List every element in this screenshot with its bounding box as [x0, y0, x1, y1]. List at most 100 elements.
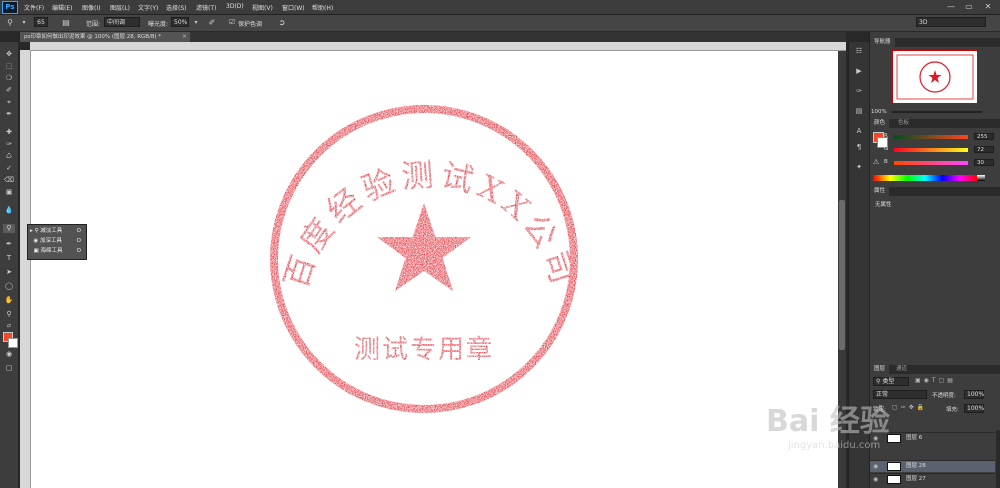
menu-help[interactable]: 帮助(H): [312, 3, 333, 12]
adjust-panel-icon[interactable]: ▤: [853, 106, 865, 116]
exposure-dropdown-icon[interactable]: ▾: [190, 17, 202, 28]
background-color-swatch[interactable]: [8, 338, 18, 348]
exposure-input[interactable]: 50%: [171, 17, 189, 27]
paragraph-panel-icon[interactable]: ¶: [853, 142, 865, 152]
quick-mask-icon[interactable]: ◉: [3, 350, 15, 359]
workspace-select[interactable]: 3D: [916, 17, 986, 27]
properties-tab[interactable]: 属性: [870, 187, 890, 196]
range-select[interactable]: 中间调: [104, 17, 140, 27]
color-panel-header: 颜色 色板: [870, 119, 1000, 128]
close-tab-icon[interactable]: ×: [182, 32, 187, 42]
scrollbar-thumb[interactable]: [839, 200, 845, 350]
menu-filter[interactable]: 滤镜(T): [196, 3, 216, 12]
channels-tab[interactable]: 通道: [892, 365, 912, 374]
screen-mode-icon[interactable]: ▢: [3, 364, 15, 373]
blue-slider[interactable]: B 30: [884, 159, 998, 167]
layer-row[interactable]: ◉ 图层 28: [870, 460, 995, 472]
eraser-tool-icon[interactable]: ⌫: [3, 176, 15, 185]
vertical-ruler: [20, 50, 31, 488]
blue-track[interactable]: [894, 161, 968, 165]
navigator-zoom-slider[interactable]: [892, 111, 982, 113]
minimize-button[interactable]: —: [944, 1, 958, 12]
pen-tool-icon[interactable]: ✒: [3, 240, 15, 249]
red-track[interactable]: [894, 135, 968, 139]
path-select-tool-icon[interactable]: ➤: [3, 268, 15, 277]
document-canvas[interactable]: 百度经验测试XX公司 测试专用章: [31, 51, 838, 488]
burn-icon: ◉: [30, 238, 41, 244]
flyout-burn-tool[interactable]: ◉ 加深工具 O: [30, 236, 84, 246]
swap-colors-icon[interactable]: ⇄: [3, 322, 15, 331]
protect-tones-checkbox[interactable]: ☑: [226, 17, 238, 28]
marquee-tool-icon[interactable]: ⬚: [3, 62, 15, 71]
brush-panel-icon[interactable]: ✑: [853, 86, 865, 96]
tool-presets-icon[interactable]: ✦: [853, 162, 865, 172]
clone-stamp-tool-icon[interactable]: ♺: [3, 152, 15, 161]
layers-tab[interactable]: 图层: [870, 365, 890, 374]
layers-scrollbar[interactable]: [996, 430, 1000, 488]
eyedropper-tool-icon[interactable]: ✒: [3, 110, 15, 119]
out-of-gamut-icon[interactable]: ⚠: [873, 158, 879, 166]
layer-row[interactable]: ◉ 图层 27: [870, 473, 995, 485]
menu-image[interactable]: 图像(I): [82, 3, 100, 12]
lasso-tool-icon[interactable]: ❍: [3, 74, 15, 83]
lock-icons[interactable]: ▢✑✥🔒: [892, 404, 927, 411]
fill-input[interactable]: 100%: [964, 404, 984, 413]
protect-tones-label: 保护色调: [238, 21, 263, 28]
visibility-eye-icon[interactable]: ◉: [873, 461, 881, 472]
layer-filter-select[interactable]: ⚲ 类型: [873, 377, 909, 386]
navigator-zoom[interactable]: 100%: [871, 109, 887, 115]
green-slider[interactable]: G 72: [884, 146, 998, 154]
menu-edit[interactable]: 编辑(E): [52, 3, 72, 12]
document-tab[interactable]: ps印章如何做出印泥效果 @ 100% (图层 28, RGB/8) * ×: [20, 32, 190, 42]
flyout-sponge-tool[interactable]: ▣ 海绵工具 O: [30, 246, 84, 256]
move-tool-icon[interactable]: ✥: [3, 50, 15, 59]
type-tool-icon[interactable]: T: [3, 254, 15, 263]
properties-panel-header: 属性: [870, 187, 1000, 196]
layer-filter-icons[interactable]: ▣◉T▢▤: [915, 377, 956, 384]
gradient-tool-icon[interactable]: ▣: [3, 188, 15, 197]
stamp-seal: 百度经验测试XX公司 测试专用章: [270, 105, 578, 413]
quick-select-tool-icon[interactable]: ✐: [3, 86, 15, 95]
navigator-panel-header: 导航器: [870, 38, 1000, 47]
options-bar: ⚲ ▾ 65 ▤ 范围: 中间调 曝光度: 50% ▾ ✐ ☑ 保护色调 ➲ 3…: [0, 15, 1000, 32]
menu-view[interactable]: 视图(V): [252, 3, 273, 12]
pressure-size-icon[interactable]: ➲: [276, 17, 288, 28]
menu-window[interactable]: 窗口(W): [282, 3, 305, 12]
close-window-button[interactable]: ✕: [981, 1, 995, 12]
flyout-dodge-tool[interactable]: ▸ ⚲ 减淡工具 O: [30, 226, 84, 236]
hand-tool-icon[interactable]: ✋: [3, 296, 15, 305]
swatches-tab[interactable]: 色板: [894, 119, 914, 128]
menu-select[interactable]: 选择(S): [166, 3, 187, 12]
airbrush-icon[interactable]: ✐: [206, 17, 218, 28]
history-panel-icon[interactable]: ☷: [853, 46, 865, 56]
menu-3d[interactable]: 3D(D): [226, 3, 244, 10]
navigator-preview[interactable]: [892, 50, 978, 104]
dropdown-arrow-icon[interactable]: ▾: [18, 17, 30, 28]
dodge-tool-preset-icon[interactable]: ⚲: [4, 17, 16, 28]
color-tab[interactable]: 颜色: [870, 119, 890, 128]
menu-layer[interactable]: 图层(L): [110, 3, 130, 12]
actions-panel-icon[interactable]: ▶: [853, 66, 865, 76]
color-spectrum-bar[interactable]: [873, 175, 977, 181]
shape-tool-icon[interactable]: ◯: [3, 282, 15, 291]
blur-tool-icon[interactable]: 💧: [3, 206, 15, 215]
crop-tool-icon[interactable]: ⌖: [3, 98, 15, 107]
dodge-tool-icon[interactable]: ⚲: [3, 224, 15, 233]
history-brush-tool-icon[interactable]: ✓: [3, 164, 15, 173]
visibility-eye-icon[interactable]: ◉: [873, 474, 881, 485]
brush-panel-icon[interactable]: ▤: [60, 17, 72, 28]
green-track[interactable]: [894, 148, 968, 152]
photoshop-logo: Ps: [2, 1, 18, 14]
brush-tool-icon[interactable]: ✑: [3, 140, 15, 149]
menu-file[interactable]: 文件(F): [24, 3, 44, 12]
red-slider[interactable]: R 255: [884, 133, 998, 141]
navigator-tab[interactable]: 导航器: [870, 38, 895, 47]
grayscale-bar[interactable]: [977, 175, 985, 181]
zoom-tool-icon[interactable]: ⚲: [3, 310, 15, 319]
maximize-button[interactable]: ▭: [962, 1, 976, 12]
opacity-input[interactable]: 100%: [964, 390, 984, 399]
character-panel-icon[interactable]: A: [853, 126, 865, 136]
healing-brush-tool-icon[interactable]: ✚: [3, 128, 15, 137]
brush-size-picker[interactable]: 65: [34, 17, 48, 27]
menu-type[interactable]: 文字(Y): [138, 3, 158, 12]
